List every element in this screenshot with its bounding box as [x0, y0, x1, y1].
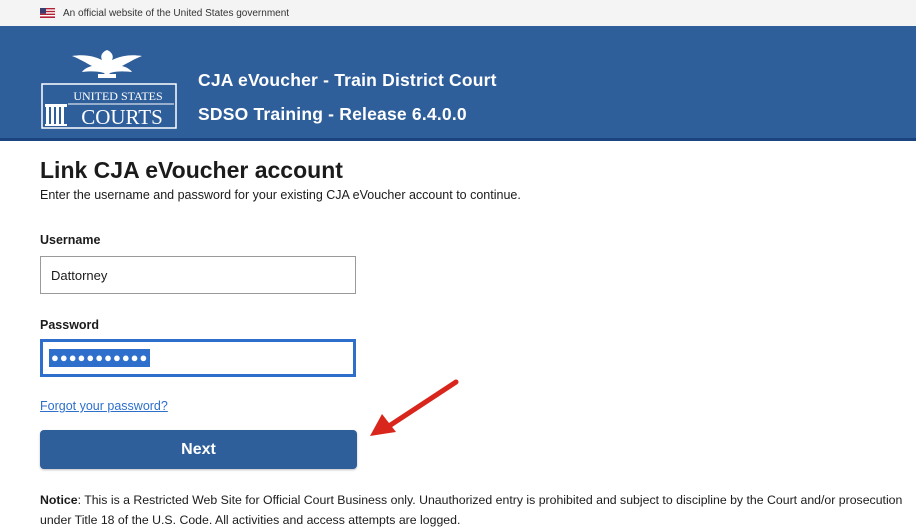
- app-title: CJA eVoucher - Train District Court: [198, 70, 497, 90]
- instructions-text: Enter the username and password for your…: [40, 188, 521, 202]
- site-header: UNITED STATES COURTS CJA eVoucher - Trai…: [0, 26, 916, 141]
- logo-line-1: UNITED STATES: [73, 89, 162, 103]
- notice-body: : This is a Restricted Web Site for Offi…: [40, 493, 903, 527]
- red-arrow-icon: [370, 379, 459, 436]
- username-value: Dattorney: [51, 267, 108, 283]
- username-input[interactable]: Dattorney: [40, 256, 356, 294]
- password-masked-value: ●●●●●●●●●●●: [49, 349, 151, 367]
- page-title: Link CJA eVoucher account: [40, 157, 343, 183]
- eagle-icon: [72, 50, 142, 78]
- app-subtitle: SDSO Training - Release 6.4.0.0: [198, 104, 467, 124]
- notice-text: Notice: This is a Restricted Web Site fo…: [40, 490, 912, 530]
- password-input[interactable]: ●●●●●●●●●●●: [40, 339, 356, 377]
- us-courts-logo[interactable]: UNITED STATES COURTS: [34, 46, 180, 130]
- us-flag-icon: [40, 8, 55, 18]
- password-label: Password: [40, 318, 100, 332]
- logo-line-2: COURTS: [81, 105, 163, 129]
- gov-banner-text: An official website of the United States…: [63, 7, 290, 19]
- next-button[interactable]: Next: [40, 430, 357, 469]
- forgot-password-link[interactable]: Forgot your password?: [40, 399, 168, 413]
- notice-label: Notice: [40, 493, 78, 507]
- username-label: Username: [40, 233, 101, 247]
- courthouse-icon: [45, 104, 67, 126]
- gov-banner: An official website of the United States…: [0, 0, 916, 26]
